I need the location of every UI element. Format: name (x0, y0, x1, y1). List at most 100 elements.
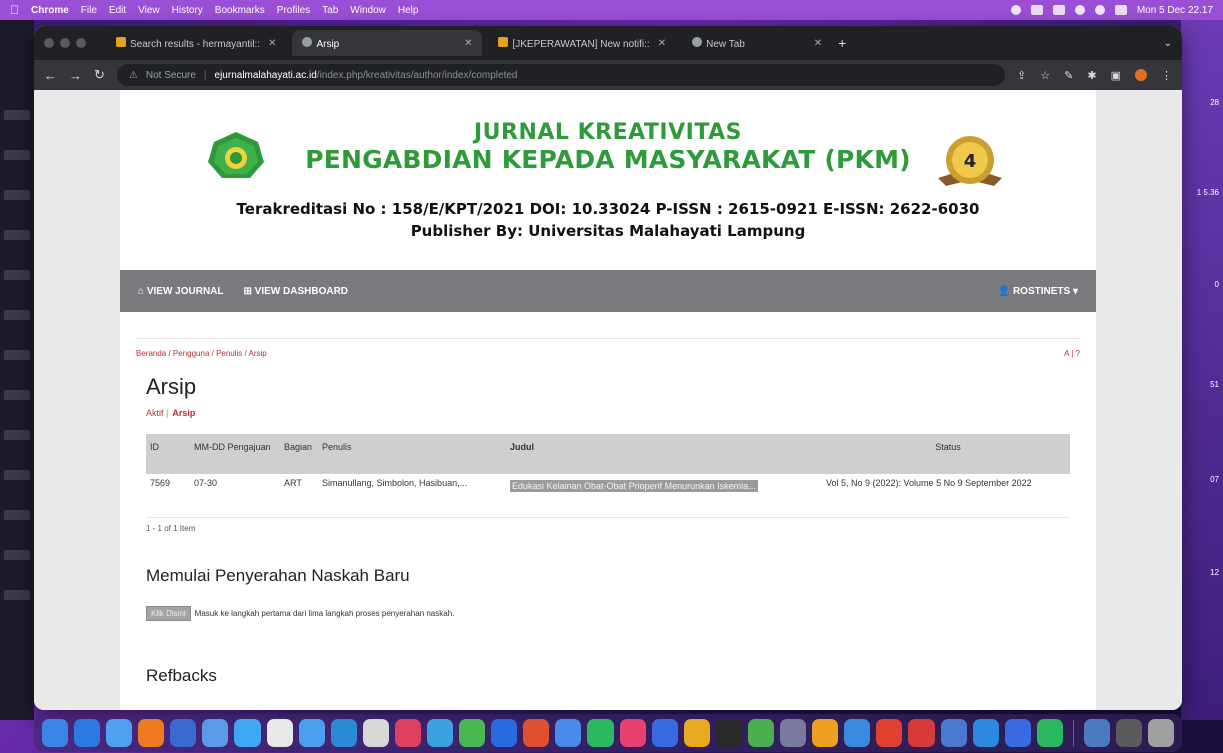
dock-app-icon[interactable] (651, 719, 678, 747)
dock-app-icon[interactable] (1004, 719, 1031, 747)
close-window-button[interactable] (44, 38, 54, 48)
user-menu[interactable]: 👤 ROSTINETS ▾ (998, 286, 1078, 297)
dock-app-icon[interactable] (715, 719, 742, 747)
dock-app-icon[interactable] (844, 719, 871, 747)
dock-app-icon[interactable] (1083, 719, 1110, 747)
dock-app-icon[interactable] (202, 719, 229, 747)
menubar-app-name[interactable]: Chrome (31, 5, 69, 16)
dock-app-icon[interactable] (1036, 719, 1063, 747)
bg-text: 28 (1210, 98, 1219, 107)
refbacks-heading: Refbacks (146, 666, 217, 685)
header-section[interactable]: Bagian (284, 442, 322, 452)
dock-app-icon[interactable] (41, 719, 68, 747)
tab-search-chevron-icon[interactable]: ⌄ (1164, 38, 1172, 49)
macos-dock (34, 714, 1182, 752)
view-journal-link[interactable]: ⌂ VIEW JOURNAL (138, 286, 224, 297)
submission-title-link[interactable]: Edukasi Kelainan Obat-Obat Prioperif Men… (510, 480, 758, 492)
extension-icon[interactable]: ✎ (1064, 69, 1073, 82)
menubar-item-help[interactable]: Help (398, 5, 419, 16)
sidepanel-icon[interactable]: ▣ (1111, 69, 1121, 82)
profile-avatar[interactable] (1135, 68, 1147, 81)
dock-app-icon[interactable] (170, 719, 197, 747)
dock-app-icon[interactable] (908, 719, 935, 747)
dock-app-icon[interactable] (330, 719, 357, 747)
bookmark-star-icon[interactable]: ☆ (1040, 69, 1050, 82)
dock-app-icon[interactable] (523, 719, 550, 747)
reload-icon[interactable]: ↻ (94, 67, 105, 83)
close-icon[interactable]: ✕ (268, 38, 276, 49)
puzzle-icon[interactable]: ✱ (1087, 69, 1096, 82)
header-title[interactable]: Judul (510, 442, 826, 452)
cell-status[interactable]: Vol 5, No 9 (2022): Volume 5 No 9 Septem… (826, 478, 1070, 488)
window-controls (44, 38, 86, 48)
header-date[interactable]: MM-DD Pengajuan (194, 442, 284, 452)
status-record-icon[interactable] (1010, 5, 1021, 15)
dock-app-icon[interactable] (1148, 719, 1175, 747)
menubar-item-view[interactable]: View (138, 5, 160, 16)
dock-app-icon[interactable] (940, 719, 967, 747)
tab-jkeperawatan[interactable]: [JKEPERAWATAN] New notifi:: ✕ (488, 30, 676, 56)
close-icon[interactable]: ✕ (658, 38, 666, 49)
dock-app-icon[interactable] (138, 719, 165, 747)
dock-app-icon[interactable] (266, 719, 293, 747)
dock-app-icon[interactable] (1115, 719, 1143, 747)
help-link[interactable]: A | ? (1064, 349, 1080, 358)
close-icon[interactable]: ✕ (464, 38, 472, 49)
dock-app-icon[interactable] (876, 719, 903, 747)
search-icon[interactable] (1094, 5, 1105, 15)
dock-app-icon[interactable] (780, 719, 807, 747)
dock-app-icon[interactable] (298, 719, 325, 747)
close-icon[interactable]: ✕ (814, 38, 822, 49)
menubar-item-bookmarks[interactable]: Bookmarks (215, 5, 265, 16)
site-navbar: ⌂ VIEW JOURNAL ⊞ VIEW DASHBOARD 👤 ROSTIN… (120, 270, 1096, 312)
warning-icon[interactable]: ⚠ (129, 70, 138, 81)
menubar-item-file[interactable]: File (81, 5, 97, 16)
header-status[interactable]: Status (826, 442, 1070, 452)
click-here-button[interactable]: Klik Disini (146, 606, 191, 621)
new-tab-plus-icon[interactable]: + (838, 35, 846, 51)
dock-app-icon[interactable] (812, 719, 839, 747)
menubar-item-edit[interactable]: Edit (109, 5, 126, 16)
dock-app-icon[interactable] (73, 719, 101, 747)
tab-new-tab[interactable]: New Tab ✕ (682, 30, 832, 56)
menubar-item-history[interactable]: History (172, 5, 203, 16)
subnav-aktif[interactable]: Aktif (146, 408, 164, 418)
dock-app-icon[interactable] (555, 719, 582, 747)
dock-app-icon[interactable] (972, 719, 999, 747)
dock-app-icon[interactable] (234, 719, 261, 747)
menubar-item-tab[interactable]: Tab (322, 5, 338, 16)
view-dashboard-link[interactable]: ⊞ VIEW DASHBOARD (244, 286, 349, 297)
breadcrumb-path[interactable]: Beranda / Pengguna / Penulis / Arsip (136, 349, 267, 358)
dock-app-icon[interactable] (394, 719, 422, 747)
apple-icon[interactable]:  (10, 3, 19, 17)
dock-app-icon[interactable] (106, 719, 133, 747)
dock-separator (1072, 720, 1074, 746)
dock-app-icon[interactable] (619, 719, 646, 747)
bg-text: 51 (1210, 380, 1219, 389)
tab-search-results[interactable]: Search results - hermayantil:: ✕ (106, 30, 286, 56)
minimize-window-button[interactable] (60, 38, 70, 48)
menubar-item-profiles[interactable]: Profiles (277, 5, 310, 16)
tab-arsip[interactable]: Arsip ✕ (292, 30, 483, 56)
menubar-clock[interactable]: Mon 5 Dec 22.17 (1137, 5, 1213, 16)
status-display-icon[interactable] (1030, 5, 1043, 15)
header-authors[interactable]: Penulis (322, 442, 510, 452)
back-arrow-icon[interactable]: ← (44, 68, 57, 83)
status-battery-icon[interactable] (1052, 5, 1065, 15)
dock-app-icon[interactable] (459, 719, 486, 747)
header-id[interactable]: ID (146, 442, 194, 452)
dock-app-icon[interactable] (587, 719, 614, 747)
kebab-menu-icon[interactable]: ⋮ (1161, 69, 1172, 82)
dock-app-icon[interactable] (427, 719, 454, 747)
address-bar[interactable]: ⚠ Not Secure | ejurnalmalahayati.ac.id/i… (116, 64, 1006, 86)
dock-app-icon[interactable] (683, 719, 710, 747)
forward-arrow-icon[interactable]: → (69, 68, 82, 83)
wifi-icon[interactable] (1074, 5, 1085, 15)
control-center-icon[interactable] (1114, 5, 1127, 15)
share-icon[interactable]: ⇪ (1017, 69, 1026, 82)
dock-app-icon[interactable] (491, 719, 518, 747)
maximize-window-button[interactable] (76, 38, 86, 48)
dock-app-icon[interactable] (362, 719, 389, 747)
menubar-item-window[interactable]: Window (350, 5, 386, 16)
dock-app-icon[interactable] (747, 719, 775, 747)
